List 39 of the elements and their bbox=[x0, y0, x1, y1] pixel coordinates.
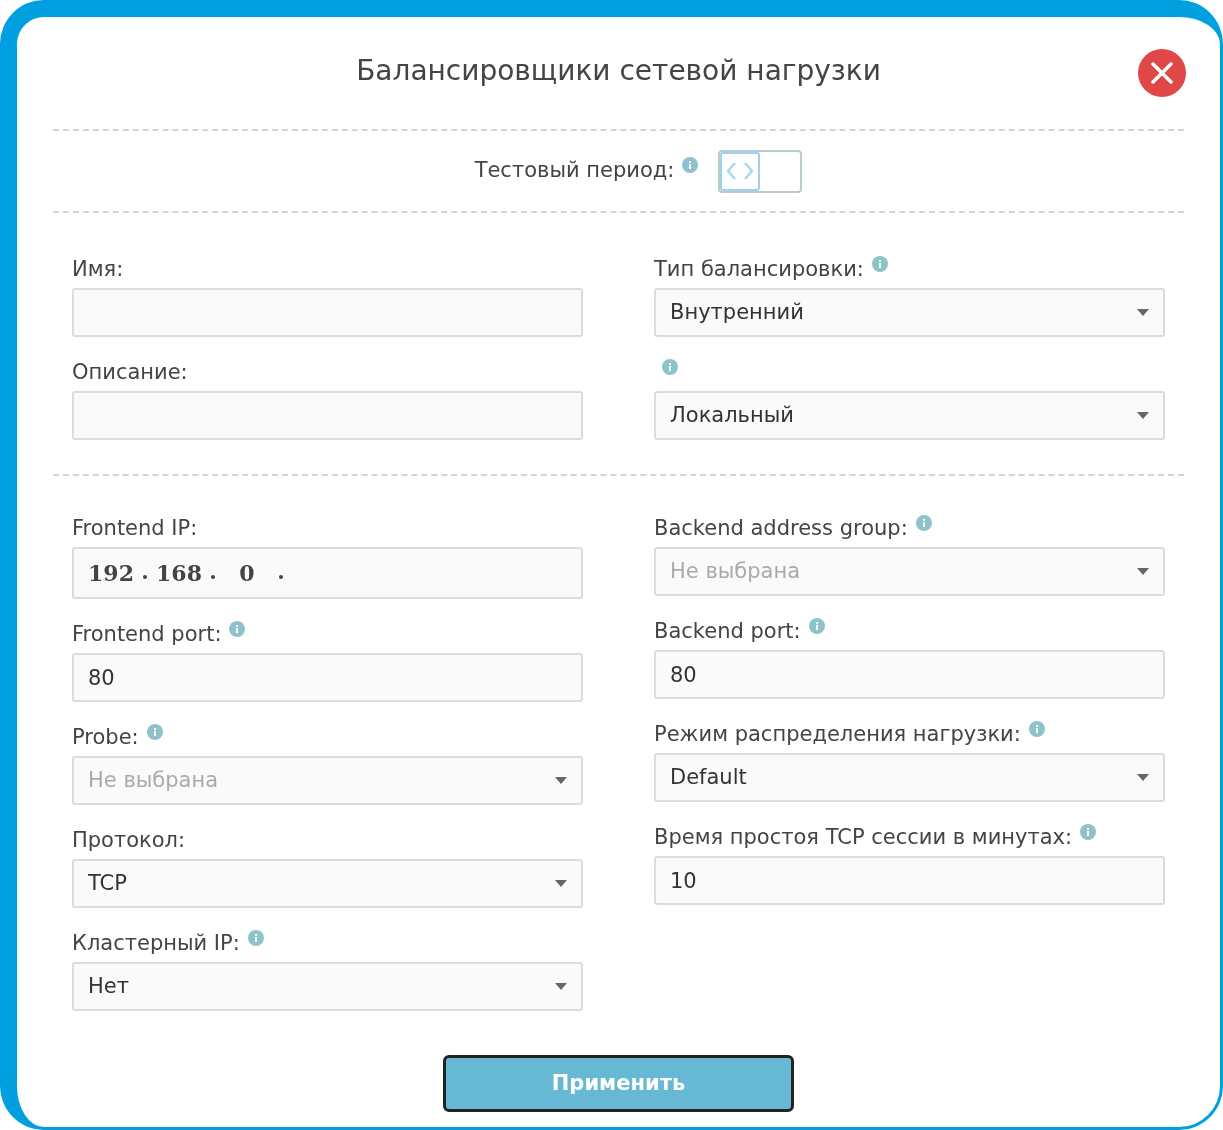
dropdown-select[interactable]: Нет bbox=[72, 962, 583, 1011]
caret-icon bbox=[555, 777, 567, 784]
dialog-title: Балансировщики сетевой нагрузки bbox=[356, 53, 881, 89]
field-label: Backend port: bbox=[654, 618, 801, 646]
field-label: Backend address group: bbox=[654, 515, 908, 543]
text-input-field[interactable] bbox=[72, 288, 583, 337]
text-input-field[interactable]: 80 bbox=[654, 650, 1165, 699]
toggle-switch[interactable] bbox=[718, 149, 803, 193]
field-label: Кластерный IP: bbox=[72, 930, 240, 958]
caret-icon bbox=[555, 983, 567, 990]
code-brackets-icon bbox=[725, 161, 756, 181]
field-label: Имя: bbox=[72, 256, 124, 284]
caret-icon bbox=[555, 880, 567, 887]
ip-address-field[interactable]: 192 168 0 bbox=[72, 547, 583, 599]
field-label: Frontend port: bbox=[72, 621, 222, 649]
dot-separator-icon bbox=[143, 574, 147, 579]
field-label: Режим распределения нагрузки: bbox=[654, 721, 1021, 749]
close-icon bbox=[1151, 62, 1173, 84]
dropdown-select[interactable]: Локальный bbox=[654, 391, 1165, 440]
field-label: Frontend IP: bbox=[72, 515, 198, 543]
caret-icon bbox=[1137, 309, 1149, 316]
field-label: Описание: bbox=[72, 359, 188, 387]
field-label: Время простоя TCP сессии в минутах: bbox=[654, 824, 1073, 852]
caret-icon bbox=[1137, 568, 1149, 575]
dot-separator-icon bbox=[211, 574, 215, 579]
field-label: Тестовый период: bbox=[474, 157, 675, 185]
caret-icon bbox=[1137, 774, 1149, 781]
close-button[interactable] bbox=[1138, 49, 1186, 97]
text-input-field[interactable] bbox=[72, 391, 583, 440]
caret-icon bbox=[1137, 412, 1149, 419]
field-label: Тип балансировки: bbox=[654, 256, 864, 284]
dropdown-select[interactable]: Default bbox=[654, 753, 1165, 802]
field-label: Протокол: bbox=[72, 827, 186, 855]
text-input-field[interactable]: 80 bbox=[72, 653, 583, 702]
dot-separator-icon bbox=[279, 574, 283, 579]
dropdown-select[interactable]: Внутренний bbox=[654, 288, 1165, 337]
dropdown-select[interactable]: TCP bbox=[72, 859, 583, 908]
text-input-field[interactable]: 10 bbox=[654, 856, 1165, 905]
field-label: Probe: bbox=[72, 724, 139, 752]
